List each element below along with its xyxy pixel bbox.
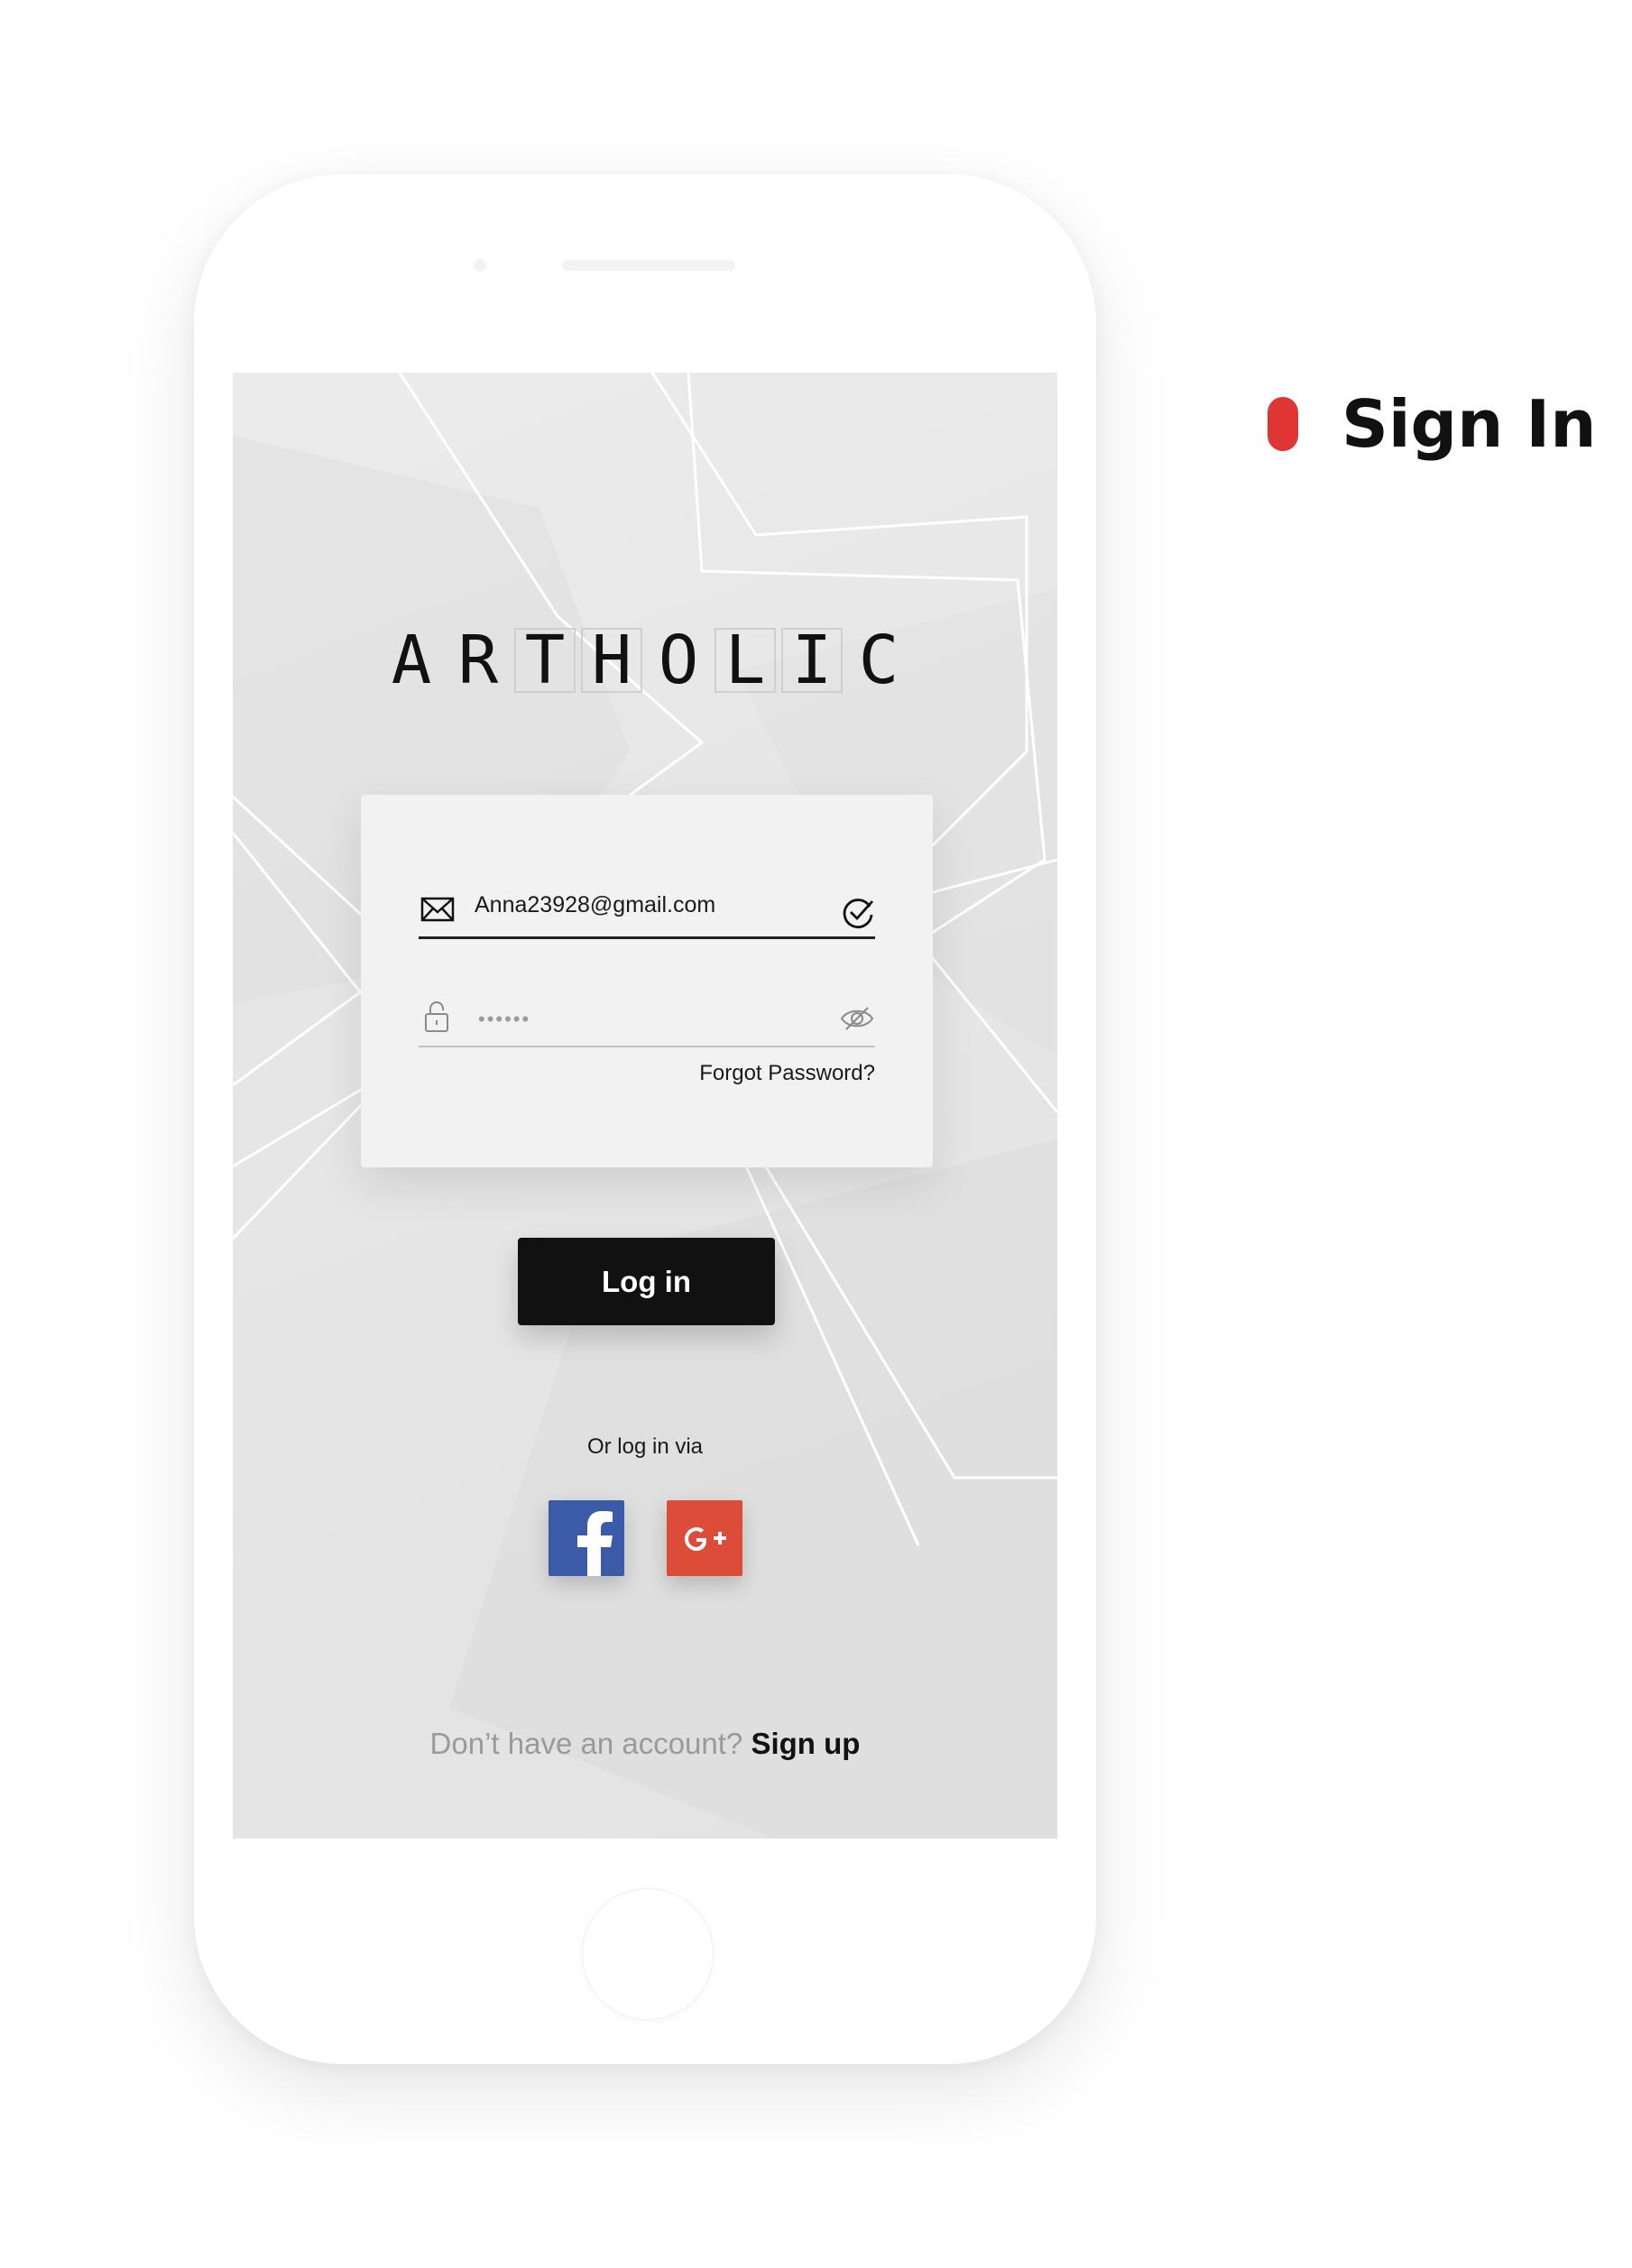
email-field[interactable]: Anna23928@gmail.com	[419, 885, 875, 939]
google-plus-icon	[685, 1527, 726, 1551]
phone-mockup: A R T H O L I C Anna23928@gmail.com ••••…	[194, 174, 1096, 2064]
logo-letter: L	[715, 627, 776, 694]
accent-pill	[1268, 397, 1298, 451]
login-screen: A R T H O L I C Anna23928@gmail.com ••••…	[233, 373, 1057, 1839]
home-button[interactable]	[582, 1888, 714, 2020]
password-field[interactable]: ••••••	[419, 993, 875, 1047]
canvas: A R T H O L I C Anna23928@gmail.com ••••…	[0, 0, 1632, 2268]
alt-login-label: Or log in via	[586, 1434, 704, 1459]
app-logo: A R T H O L I C	[233, 622, 1057, 699]
email-value: Anna23928@gmail.com	[475, 892, 716, 917]
logo-letter: A	[391, 622, 432, 699]
phone-camera	[474, 259, 486, 272]
logo-letter: C	[858, 622, 899, 699]
google-plus-login-button[interactable]	[667, 1500, 742, 1576]
signup-prompt: Don’t have an account?	[429, 1727, 743, 1760]
envelope-icon	[420, 896, 455, 927]
lock-icon	[424, 1000, 449, 1037]
signup-link[interactable]: Sign up	[751, 1727, 860, 1760]
signup-row: Don’t have an account? Sign up	[233, 1727, 1057, 1761]
phone-speaker	[562, 260, 735, 271]
check-circle-icon	[841, 896, 875, 935]
forgot-password-link[interactable]: Forgot Password?	[699, 1061, 875, 1086]
logo-letter: I	[781, 627, 843, 694]
logo-letter: T	[514, 627, 576, 694]
logo-letter: R	[457, 622, 499, 699]
login-card: Anna23928@gmail.com •••••• Forgot Passwo…	[361, 795, 933, 1167]
facebook-icon	[577, 1511, 613, 1576]
logo-letter: H	[581, 627, 642, 694]
facebook-login-button[interactable]	[549, 1500, 624, 1576]
login-button[interactable]: Log in	[518, 1238, 775, 1325]
section-label: Sign In	[1268, 386, 1596, 462]
eye-slash-icon[interactable]	[839, 1004, 875, 1037]
section-title: Sign In	[1342, 386, 1597, 462]
password-value: ••••••	[478, 1008, 531, 1030]
logo-letter: O	[658, 622, 699, 699]
